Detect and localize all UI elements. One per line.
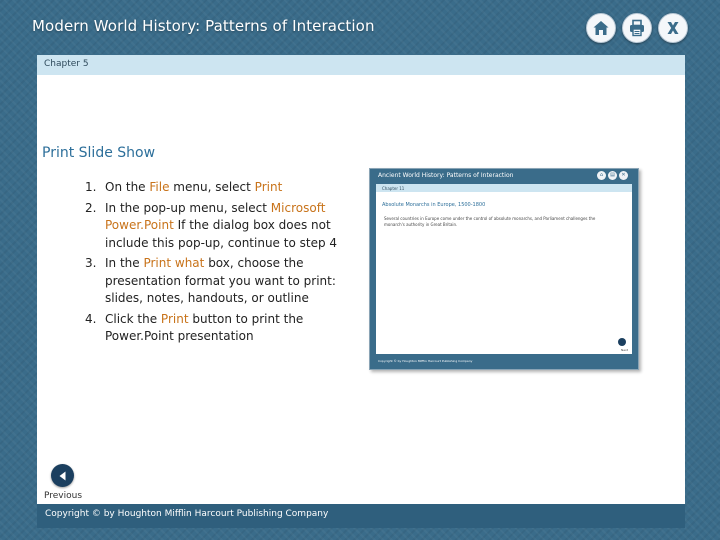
thumbnail-next-icon — [618, 338, 626, 346]
home-icon — [593, 21, 609, 35]
print-icon — [630, 19, 644, 37]
previous-label: Previous — [44, 491, 83, 501]
thumbnail-chapter: Chapter 11 — [376, 184, 632, 192]
copyright-text: Copyright © by Houghton Mifflin Harcourt… — [45, 509, 329, 519]
thumbnail-footer: Copyright © by Houghton Mifflin Harcourt… — [378, 359, 473, 363]
thumbnail-text: Several countries in Europe come under t… — [384, 216, 596, 227]
thumbnail-close-icon: ✕ — [619, 171, 628, 180]
thumbnail-home-icon: ⌂ — [597, 171, 606, 180]
previous-button[interactable] — [51, 464, 74, 487]
home-button[interactable] — [586, 13, 616, 43]
thumbnail-title: Ancient World History: Patterns of Inter… — [378, 172, 514, 179]
list-item: 4. Click the Print button to print the Po… — [85, 311, 304, 344]
thumbnail-next-label: Next — [621, 348, 628, 352]
list-item: 3. In the Print what box, choose the pres… — [85, 256, 336, 305]
chapter-bar: Chapter 5 — [37, 55, 685, 75]
list-item: 1. On the File menu, select Print — [85, 180, 283, 194]
steps-list: 1. On the File menu, select Print 2. In th… — [85, 179, 345, 349]
content-area: Print Slide Show 1. On the File menu, sel… — [37, 75, 685, 504]
slide-preview-thumbnail: Ancient World History: Patterns of Inter… — [369, 168, 639, 370]
footer-bar: Copyright © by Houghton Mifflin Harcourt… — [37, 504, 685, 528]
top-toolbar — [586, 13, 688, 43]
thumbnail-print-icon: ▤ — [608, 171, 617, 180]
app-title: Modern World History: Patterns of Intera… — [32, 17, 375, 35]
close-icon — [667, 22, 679, 34]
thumbnail-heading: Absolute Monarchs in Europe, 1500-1800 — [382, 202, 486, 208]
print-button[interactable] — [622, 13, 652, 43]
thumbnail-content: Absolute Monarchs in Europe, 1500-1800 S… — [376, 192, 632, 354]
close-button[interactable] — [658, 13, 688, 43]
list-item: 2. In the pop-up menu, select Microsoft P… — [85, 200, 338, 250]
section-title: Print Slide Show — [42, 145, 156, 161]
arrow-left-icon — [59, 471, 65, 480]
